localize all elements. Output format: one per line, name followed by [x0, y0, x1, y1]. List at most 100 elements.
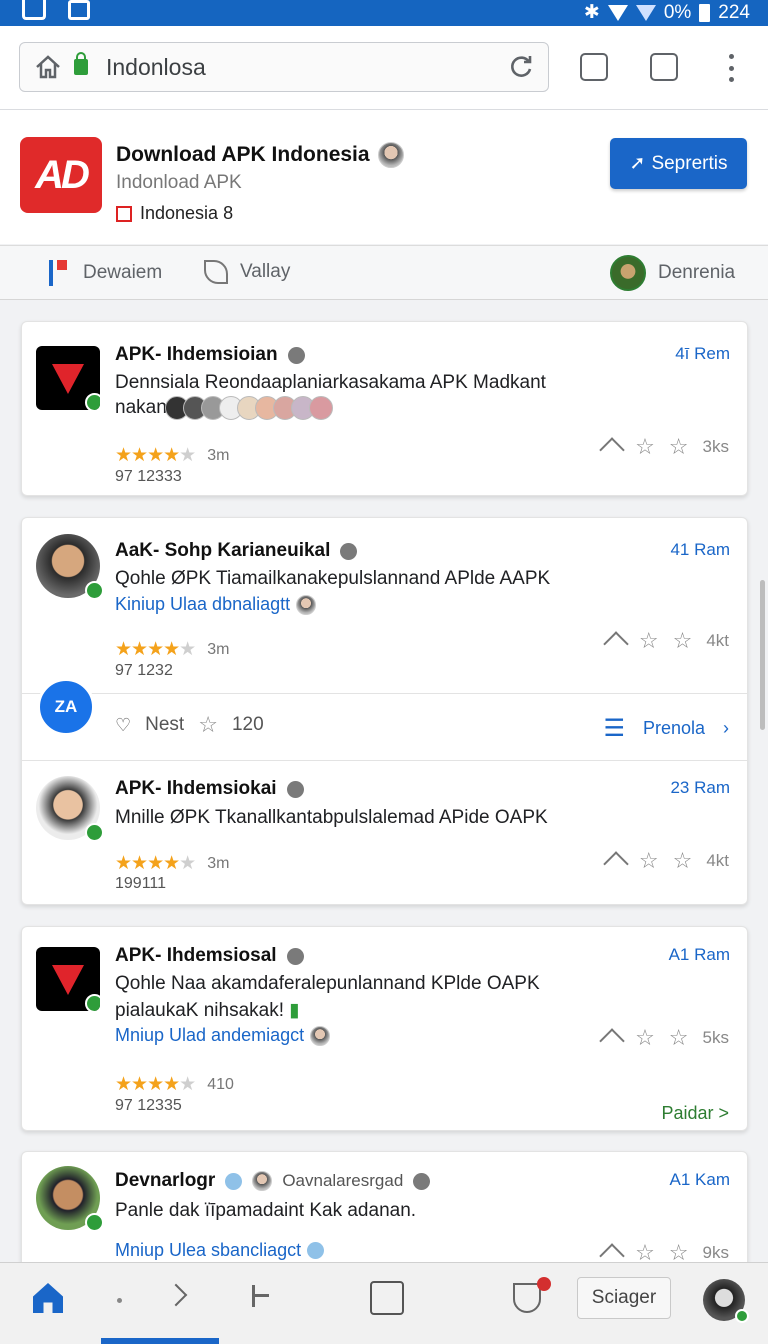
- item-description-2: nakan: [115, 396, 333, 420]
- rating-text: 3m: [207, 446, 230, 464]
- share-icon[interactable]: [599, 1028, 625, 1054]
- star-icon[interactable]: ☆: [673, 628, 693, 654]
- item-description-2-text: nakan: [115, 397, 167, 418]
- list-icon: ☰: [603, 715, 625, 742]
- star-icon[interactable]: ☆: [673, 848, 693, 874]
- star-icon[interactable]: ☆: [198, 712, 218, 738]
- app-title: Download APK Indonesia: [116, 142, 404, 168]
- clock: 224: [718, 1, 750, 23]
- tag-icon: ▮: [289, 1000, 300, 1021]
- app-icon: [36, 346, 100, 410]
- item-description: Mnille ØPK Tkanallkantabpulslalemad APid…: [115, 807, 548, 828]
- rating: ★★★★★ 410: [115, 1073, 234, 1096]
- download-count: 97 12333: [115, 468, 182, 485]
- item-description: Panle dak ïīpamadaint Kak adanan.: [115, 1200, 417, 1221]
- subnav-item-1[interactable]: Dewaiem: [49, 260, 162, 286]
- share-icon[interactable]: [599, 437, 625, 463]
- star-icon[interactable]: ☆: [669, 1025, 689, 1051]
- app-title-text: Download APK Indonesia: [116, 143, 370, 166]
- item-title[interactable]: AaK- Sohp Karianeuikal: [115, 540, 358, 562]
- heart-icon[interactable]: ♡: [115, 715, 131, 736]
- subnav-item-3-label: Denrenia: [658, 262, 736, 283]
- avatar: [296, 594, 317, 615]
- share-icon: [204, 260, 228, 284]
- rating: ★★★★★ 3m: [115, 638, 229, 661]
- star-icon[interactable]: ☆: [639, 848, 659, 874]
- rating-stars: ★★★★★: [115, 853, 196, 874]
- rating-stars: ★★★★★: [115, 639, 196, 660]
- promo-link[interactable]: ☰ Prenola ›: [603, 714, 729, 743]
- item-title-text: AaK- Sohp Karianeuikal: [115, 540, 331, 561]
- list-item[interactable]: APK- Ihdemsiosal A1 Ram Qohle Naa akamda…: [21, 926, 748, 1131]
- send-icon: ➚: [629, 153, 646, 174]
- avatar: [610, 255, 646, 291]
- bottom-action-button[interactable]: Sciager: [577, 1277, 671, 1319]
- item-actions: ☆ ☆ 3ks: [599, 434, 729, 463]
- star-count: 120: [231, 714, 264, 735]
- item-description: Qohle ØPK Tiamailkanakepulslannand APlde…: [115, 568, 551, 589]
- item-title[interactable]: APK- Ihdemsiosal: [115, 945, 304, 967]
- divider: [22, 760, 747, 761]
- subnav-item-3[interactable]: Denrenia: [610, 255, 735, 291]
- home-icon[interactable]: [33, 1283, 63, 1313]
- reload-icon[interactable]: [508, 54, 534, 80]
- shield-icon[interactable]: [580, 53, 608, 81]
- verified-icon: [85, 393, 100, 410]
- star-icon[interactable]: ☆: [635, 1025, 655, 1051]
- rating-text: 410: [207, 1075, 234, 1093]
- item-title-text: Devnarlogr: [115, 1170, 216, 1191]
- verified-icon: [85, 994, 100, 1011]
- list-group: AaK- Sohp Karianeuikal 41 Ram Qohle ØPK …: [21, 517, 748, 905]
- home-icon[interactable]: [34, 53, 62, 81]
- shield-alert-icon[interactable]: [513, 1277, 551, 1313]
- verified-icon: [85, 1213, 104, 1232]
- more-menu-icon[interactable]: [724, 54, 738, 82]
- list-item[interactable]: APK- Ihdemsioian 4ī Rem Dennsiala Reonda…: [21, 321, 748, 496]
- item-description-2: pialaukaK nihsakak! ▮: [115, 999, 300, 1022]
- item-rank: 23 Ram: [670, 778, 730, 797]
- star-icon[interactable]: ☆: [635, 434, 655, 460]
- promo-logo[interactable]: ZA: [37, 678, 95, 736]
- star-icon[interactable]: ☆: [669, 434, 689, 460]
- avatar: [36, 1166, 104, 1232]
- item-actions: ☆ ☆ 5ks: [599, 1025, 729, 1054]
- tool-icon[interactable]: [252, 1285, 270, 1307]
- item-title[interactable]: Devnarlogr Oavnalaresrgad: [115, 1170, 431, 1192]
- forward-icon[interactable]: [164, 1283, 188, 1307]
- item-actions: ☆ ☆ 4kt: [603, 848, 729, 877]
- share-icon[interactable]: [603, 631, 629, 657]
- verified-icon: [85, 581, 104, 600]
- author-avatar: [377, 142, 404, 168]
- app-icon: [36, 947, 100, 1011]
- primary-action-button[interactable]: ➚ Seprertis: [610, 138, 747, 189]
- item-title[interactable]: APK- Ihdemsiokai: [115, 778, 304, 800]
- star-icon[interactable]: ☆: [639, 628, 659, 654]
- item-link[interactable]: Mniup Ulad andemiagct: [115, 1025, 331, 1046]
- action-count: 4kt: [706, 631, 729, 650]
- flag-icon: [116, 205, 132, 222]
- item-link-text: Mniup Ulea sbancliagct: [115, 1240, 302, 1260]
- item-link[interactable]: Mniup Ulea sbancliagct: [115, 1240, 325, 1261]
- active-tab-indicator: [101, 1338, 219, 1344]
- paid-link[interactable]: Paidar >: [661, 1103, 729, 1124]
- item-title-text: APK- Ihdemsiokai: [115, 778, 277, 799]
- verified-icon: [85, 823, 104, 842]
- address-bar[interactable]: Indonlosa: [19, 42, 549, 92]
- bookmark-icon: [49, 260, 71, 286]
- avatar: [36, 534, 104, 600]
- url-text[interactable]: Indonlosa: [106, 54, 508, 81]
- tabs-icon[interactable]: [370, 1281, 404, 1315]
- sub-nav: Dewaiem Vallay Denrenia: [0, 245, 768, 300]
- item-title[interactable]: APK- Ihdemsioian: [115, 344, 305, 366]
- app-country: Indonesia 8: [116, 203, 233, 224]
- item-link[interactable]: Kiniup Ulaa dbnaliagtt: [115, 594, 317, 615]
- item-link-text: Kiniup Ulaa dbnaliagtt: [115, 594, 291, 614]
- item-description-2-text: pialaukaK nihsakak!: [115, 1000, 284, 1021]
- nest-label: Nest: [145, 714, 185, 735]
- item-rank: 4ī Rem: [675, 344, 730, 363]
- tabs-icon[interactable]: [650, 53, 678, 81]
- profile-avatar[interactable]: [703, 1279, 749, 1323]
- share-icon[interactable]: [603, 851, 629, 877]
- subnav-item-2[interactable]: Vallay: [204, 260, 290, 284]
- scrollbar[interactable]: [760, 580, 765, 730]
